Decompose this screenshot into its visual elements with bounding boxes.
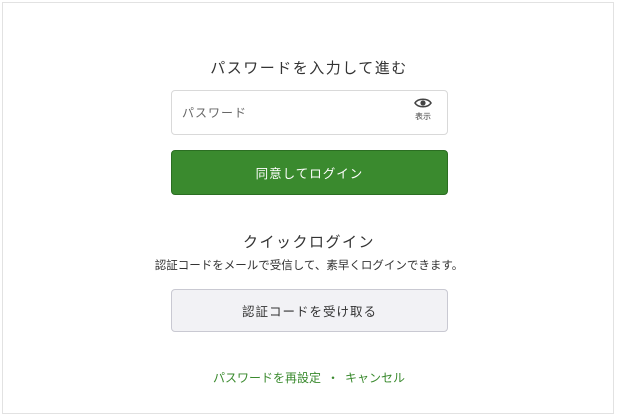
receive-code-button[interactable]: 認証コードを受け取る xyxy=(171,289,448,332)
password-section-title: パスワードを入力して進む xyxy=(210,59,408,77)
eye-icon xyxy=(414,98,432,108)
cancel-link[interactable]: キャンセル xyxy=(345,371,405,385)
show-password-label: 表示 xyxy=(415,112,431,121)
agree-and-login-button[interactable]: 同意してログイン xyxy=(171,150,448,195)
footer-links: パスワードを再設定・キャンセル xyxy=(3,369,615,386)
show-password-toggle[interactable]: 表示 xyxy=(403,97,443,130)
password-input[interactable] xyxy=(172,91,402,134)
reset-password-link[interactable]: パスワードを再設定 xyxy=(213,371,321,385)
password-field-wrapper: 表示 xyxy=(171,90,448,135)
footer-separator: ・ xyxy=(326,371,339,385)
login-panel: パスワードを入力して進む 表示 同意してログイン クイックログイン 認証コードを… xyxy=(2,2,614,414)
quick-login-title: クイックログイン xyxy=(242,233,375,251)
quick-login-description: 認証コードをメールで受信して、素早くログインできます。 xyxy=(154,258,464,272)
